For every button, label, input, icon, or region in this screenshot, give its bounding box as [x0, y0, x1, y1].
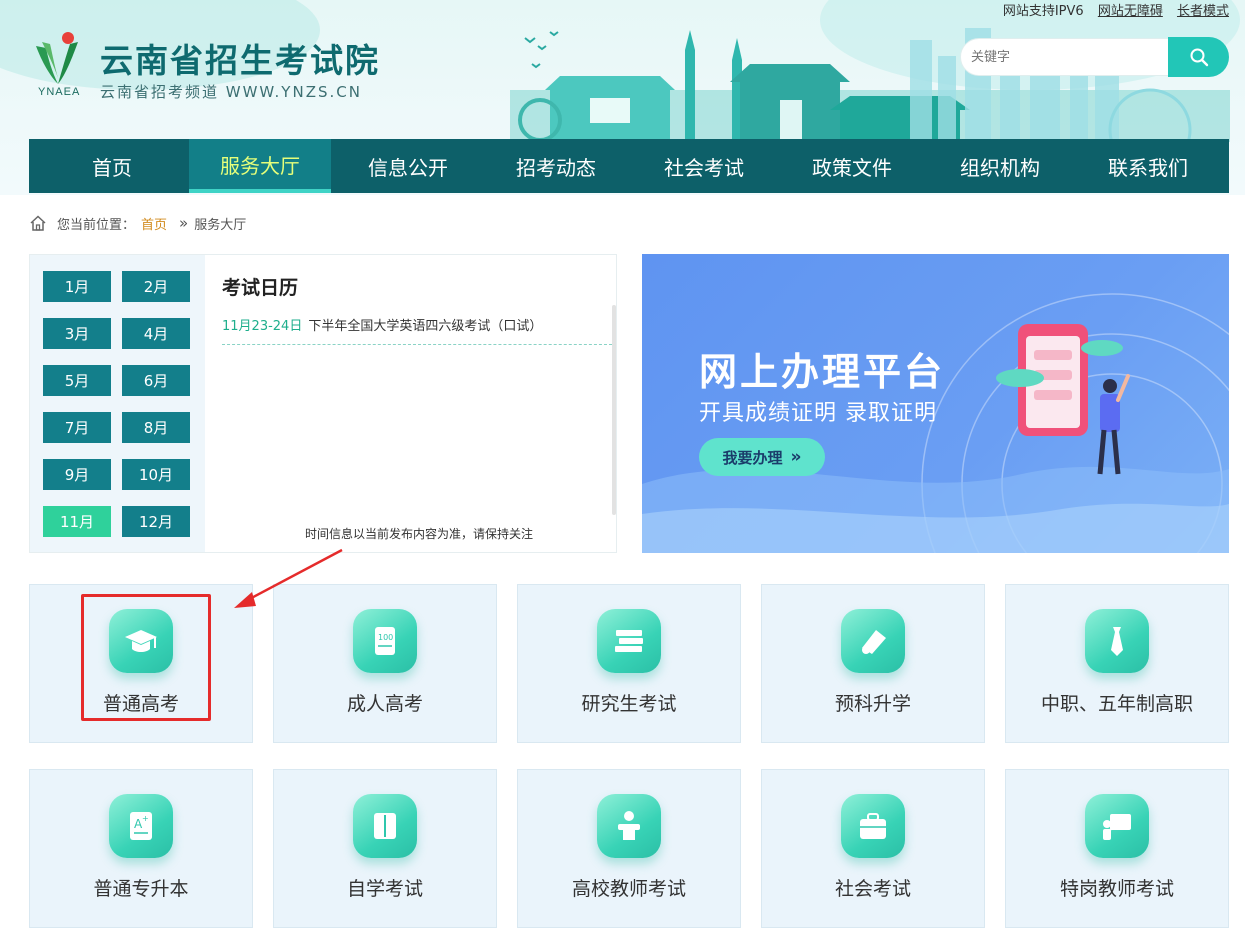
annotation-arrow-icon [234, 548, 343, 608]
grade-a-plus-icon: A + [109, 794, 173, 858]
tile-label: 中职、五年制高职 [1040, 693, 1193, 715]
nav-item-contact[interactable]: 联系我们 [1077, 139, 1219, 193]
nav-item-organization[interactable]: 组织机构 [929, 139, 1071, 193]
tile-label: 研究生考试 [581, 693, 677, 715]
tile-label: 预科升学 [834, 693, 911, 715]
tile-vocational[interactable]: 中职、五年制高职 [1005, 584, 1229, 743]
month-selector: 1月 2月 3月 4月 5月 6月 7月 8月 9月 10月 11月 12月 [30, 255, 205, 552]
calendar-scrollbar[interactable] [612, 305, 616, 515]
elder-mode-link[interactable]: 长者模式 [1177, 4, 1229, 19]
tile-upgrade-bachelor[interactable]: A + 普通专升本 [29, 769, 253, 928]
tile-social-exam[interactable]: 社会考试 [761, 769, 985, 928]
books-icon [597, 609, 661, 673]
breadcrumb: 您当前位置： 首页 » 服务大厅 [29, 213, 246, 233]
month-button-6[interactable]: 6月 [122, 365, 190, 396]
breadcrumb-current: 服务大厅 [194, 217, 247, 233]
month-button-3[interactable]: 3月 [43, 318, 111, 349]
month-button-12[interactable]: 12月 [122, 506, 190, 537]
month-button-4[interactable]: 4月 [122, 318, 190, 349]
svg-text:+: + [142, 814, 149, 823]
open-book-icon [353, 794, 417, 858]
month-button-9[interactable]: 9月 [43, 459, 111, 490]
svg-text:100: 100 [378, 633, 393, 642]
briefcase-icon [841, 794, 905, 858]
nav-item-policy-docs[interactable]: 政策文件 [781, 139, 923, 193]
tile-label: 成人高考 [346, 693, 423, 715]
logo-abbreviation: YNAEA [38, 86, 81, 98]
month-button-2[interactable]: 2月 [122, 271, 190, 302]
site-subtitle: 云南省招考频道 WWW.YNZS.CN [100, 83, 362, 101]
tile-postgraduate-exam[interactable]: 研究生考试 [517, 584, 741, 743]
tile-self-study-exam[interactable]: 自学考试 [273, 769, 497, 928]
double-chevron-right-icon: » [790, 447, 802, 467]
month-button-1[interactable]: 1月 [43, 271, 111, 302]
main-nav: 首页 服务大厅 信息公开 招考动态 社会考试 政策文件 组织机构 联系我们 [29, 139, 1229, 193]
accessibility-link[interactable]: 网站无障碍 [1098, 4, 1163, 19]
tile-preparatory[interactable]: 预科升学 [761, 584, 985, 743]
tile-special-post-teacher-exam[interactable]: 特岗教师考试 [1005, 769, 1229, 928]
nav-item-service-hall[interactable]: 服务大厅 [189, 139, 331, 193]
banner-title: 网上办理平台 [699, 350, 946, 394]
certificate-scroll-icon: 100 [353, 609, 417, 673]
event-date: 11月23-24日 [222, 319, 303, 334]
tile-university-teacher-exam[interactable]: 高校教师考试 [517, 769, 741, 928]
online-service-banner[interactable]: 网上办理平台 开具成绩证明 录取证明 我要办理 » [642, 254, 1229, 553]
month-button-7[interactable]: 7月 [43, 412, 111, 443]
page: YNAEA 云南省招生考试院 云南省招考频道 WWW.YNZS.CN 网站支持I… [0, 0, 1245, 933]
nav-item-home[interactable]: 首页 [41, 139, 183, 193]
tile-label: 普通专升本 [93, 878, 189, 900]
breadcrumb-prefix: 您当前位置： [57, 217, 136, 233]
breadcrumb-separator: » [179, 214, 189, 232]
month-button-11[interactable]: 11月 [43, 506, 111, 537]
exam-calendar: 1月 2月 3月 4月 5月 6月 7月 8月 9月 10月 11月 12月 考… [29, 254, 617, 553]
site-title: 云南省招生考试院 [100, 41, 380, 80]
tie-icon [1085, 609, 1149, 673]
search-input[interactable] [971, 39, 1161, 75]
search-icon [1190, 48, 1208, 67]
tile-label: 高校教师考试 [571, 878, 686, 900]
month-button-10[interactable]: 10月 [122, 459, 190, 490]
top-links: 网站支持IPV6 网站无障碍 长者模式 [993, 0, 1229, 19]
tile-label: 自学考试 [346, 878, 423, 900]
banner-subtitle: 开具成绩证明 录取证明 [699, 401, 937, 426]
highlight-annotation-box [81, 594, 211, 721]
teacher-podium-icon [597, 794, 661, 858]
nav-item-social-exams[interactable]: 社会考试 [633, 139, 775, 193]
event-text: 下半年全国大学英语四六级考试（口试） [308, 319, 543, 334]
calendar-note: 时间信息以当前发布内容为准，请保持关注 [305, 527, 534, 541]
search-button[interactable] [1168, 37, 1229, 77]
month-button-8[interactable]: 8月 [122, 412, 190, 443]
nav-item-admission-news[interactable]: 招考动态 [485, 139, 627, 193]
tile-label: 社会考试 [834, 878, 911, 900]
nav-item-info-disclosure[interactable]: 信息公开 [337, 139, 479, 193]
calendar-title: 考试日历 [222, 277, 299, 299]
ipv6-support-text: 网站支持IPV6 [1002, 4, 1084, 19]
home-icon [30, 215, 46, 231]
ynaea-logo-icon [36, 32, 78, 84]
calendar-event-item[interactable]: 11月23-24日 下半年全国大学英语四六级考试（口试） [222, 315, 612, 345]
month-button-5[interactable]: 5月 [43, 365, 111, 396]
blackboard-teacher-icon [1085, 794, 1149, 858]
handle-now-button[interactable]: 我要办理 » [699, 438, 825, 476]
handle-now-label: 我要办理 [722, 448, 783, 467]
diploma-icon [841, 609, 905, 673]
breadcrumb-home-link[interactable]: 首页 [141, 214, 167, 233]
tile-label: 特岗教师考试 [1059, 878, 1174, 900]
search-box [960, 38, 1170, 76]
